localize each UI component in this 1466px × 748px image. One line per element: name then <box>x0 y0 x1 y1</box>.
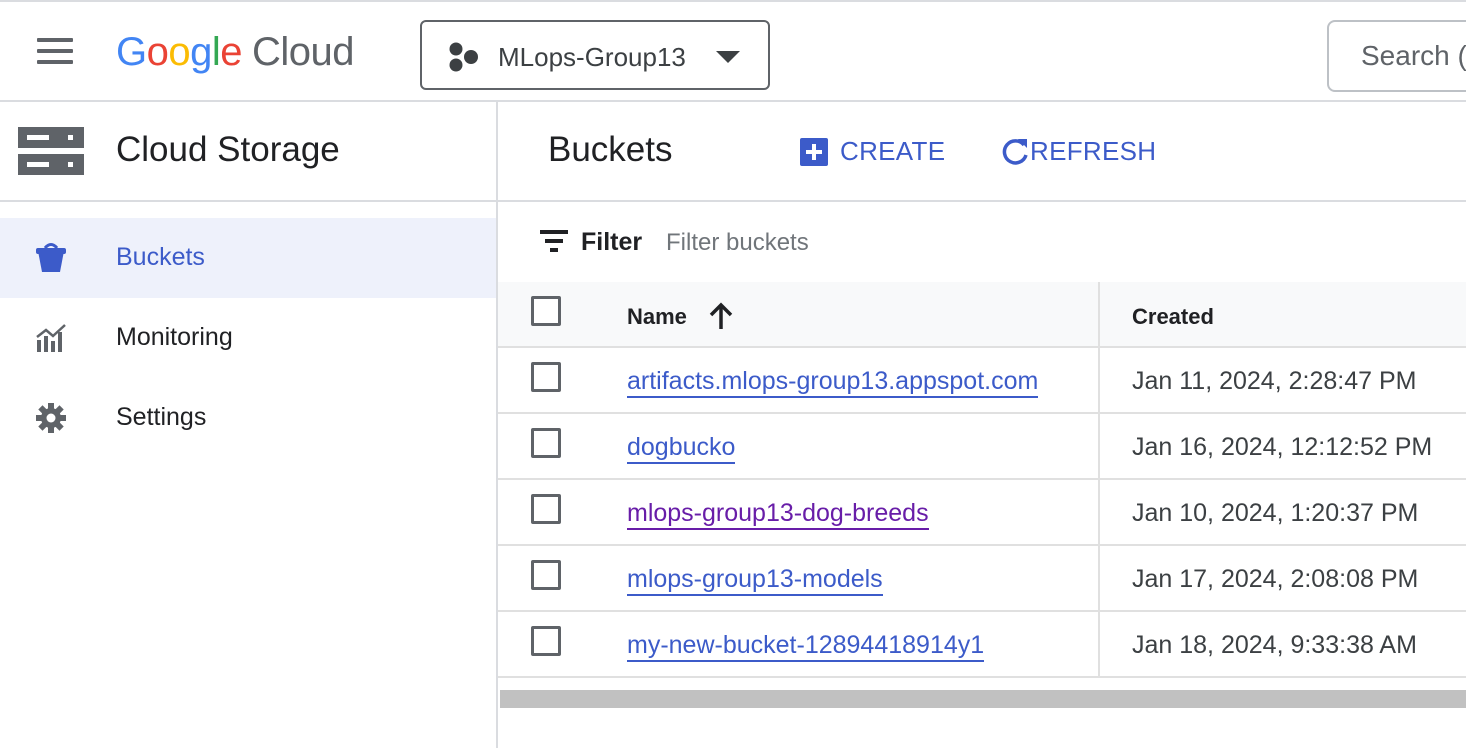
sidebar-item-monitoring[interactable]: Monitoring <box>0 298 496 378</box>
project-name: MLops-Group13 <box>498 42 686 72</box>
created-date: Jan 10, 2024, 1:20:37 PM <box>1132 499 1419 527</box>
sidebar-item-label: Settings <box>116 403 207 431</box>
table-row: mlops-group13-models Jan 17, 2024, 2:08:… <box>498 546 1466 612</box>
bucket-link[interactable]: mlops-group13-dog-breeds <box>627 498 929 530</box>
filter-icon[interactable] <box>540 230 568 254</box>
table-row: dogbucko Jan 16, 2024, 12:12:52 PM <box>498 414 1466 480</box>
create-button[interactable]: CREATE <box>800 136 945 170</box>
add-box-icon <box>800 137 828 166</box>
product-title: Cloud Storage <box>116 130 340 169</box>
sidebar: Cloud Storage Buckets Monitoring Setting… <box>0 102 498 748</box>
page-header: Buckets CREATE REFRESH <box>498 102 1466 202</box>
main-content: Buckets CREATE REFRESH Filter Name <box>498 102 1466 748</box>
column-divider <box>1098 282 1100 346</box>
project-hexagon-icon <box>449 42 478 72</box>
bucket-link[interactable]: my-new-bucket-12894418914y1 <box>627 630 985 662</box>
sidebar-item-buckets[interactable]: Buckets <box>0 218 496 298</box>
column-header-created: Created <box>1132 304 1214 329</box>
sidebar-item-label: Monitoring <box>116 323 233 351</box>
column-divider <box>1098 612 1100 676</box>
created-date: Jan 18, 2024, 9:33:38 AM <box>1132 631 1417 659</box>
column-divider <box>1098 546 1100 610</box>
bucket-link[interactable]: dogbucko <box>627 432 736 464</box>
row-checkbox[interactable] <box>531 362 561 392</box>
table-header-row: Name Created <box>498 282 1466 348</box>
row-checkbox[interactable] <box>531 626 561 656</box>
select-all-checkbox[interactable] <box>531 296 561 326</box>
hamburger-menu-icon[interactable] <box>30 38 80 68</box>
refresh-button[interactable]: REFRESH <box>1000 136 1156 170</box>
storage-server-icon <box>18 127 84 175</box>
column-divider <box>1098 348 1100 412</box>
table-row: artifacts.mlops-group13.appspot.com Jan … <box>498 348 1466 414</box>
project-picker[interactable]: MLops-Group13 <box>420 20 770 90</box>
table-row: mlops-group13-dog-breeds Jan 10, 2024, 1… <box>498 480 1466 546</box>
bucket-link[interactable]: mlops-group13-models <box>627 564 883 596</box>
top-header: Google Cloud MLops-Group13 <box>0 0 1466 102</box>
created-date: Jan 16, 2024, 12:12:52 PM <box>1132 433 1433 461</box>
caret-down-icon <box>716 51 740 63</box>
sidebar-item-label: Buckets <box>116 243 205 271</box>
arrow-up-icon[interactable] <box>708 302 734 330</box>
bucket-link[interactable]: artifacts.mlops-group13.appspot.com <box>627 366 1039 398</box>
column-divider <box>1098 480 1100 544</box>
refresh-icon <box>1002 138 1028 165</box>
google-cloud-logo[interactable]: Google Cloud <box>116 30 355 75</box>
filter-bar: Filter <box>498 202 1466 284</box>
row-checkbox[interactable] <box>531 494 561 524</box>
table-row: my-new-bucket-12894418914y1 Jan 18, 2024… <box>498 612 1466 678</box>
row-checkbox[interactable] <box>531 560 561 590</box>
buckets-table: Name Created artifacts.mlops-group13.app… <box>498 282 1466 678</box>
filter-label: Filter <box>581 228 643 256</box>
bucket-icon <box>36 243 66 272</box>
row-checkbox[interactable] <box>531 428 561 458</box>
column-header-name[interactable]: Name <box>627 304 687 330</box>
product-header: Cloud Storage <box>0 102 496 202</box>
sidebar-item-settings[interactable]: Settings <box>0 378 496 458</box>
page-title: Buckets <box>548 130 673 169</box>
filter-input[interactable] <box>658 220 1028 266</box>
gear-icon <box>36 403 66 433</box>
column-divider <box>1098 414 1100 478</box>
search-input[interactable] <box>1329 22 1466 90</box>
created-date: Jan 11, 2024, 2:28:47 PM <box>1132 367 1417 395</box>
monitoring-chart-icon <box>36 324 66 352</box>
horizontal-scrollbar[interactable] <box>500 690 1466 708</box>
search-box[interactable] <box>1327 20 1466 92</box>
created-date: Jan 17, 2024, 2:08:08 PM <box>1132 565 1419 593</box>
